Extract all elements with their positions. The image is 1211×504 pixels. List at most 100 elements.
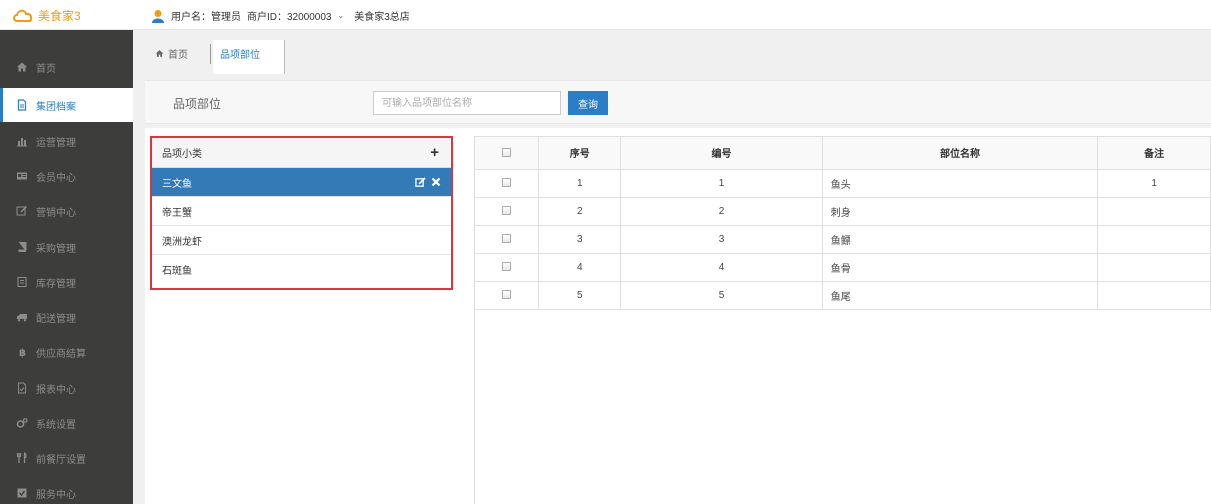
- filter-label: 品项部位: [173, 97, 222, 111]
- app-logo[interactable]: 美食家3: [12, 7, 81, 24]
- parts-table-container: 序号 编号 部位名称 备注 1 1 鱼头 1 2 2 刺身 3 3 鱼鳔 4 4…: [474, 136, 1211, 504]
- cell-note: 1: [1097, 169, 1211, 198]
- category-item-label: 三文鱼: [162, 178, 192, 190]
- home-icon: [155, 50, 164, 57]
- cell-seq: 1: [538, 169, 622, 198]
- store-name-text: 美食家3总店: [354, 12, 410, 23]
- report-icon: [16, 382, 28, 394]
- column-header-seq[interactable]: 序号: [538, 137, 622, 170]
- sidebar-item-reports[interactable]: 报表中心: [0, 371, 133, 405]
- merchant-id-text[interactable]: 商户ID：32000003: [247, 8, 332, 23]
- category-item-label: 石斑鱼: [162, 266, 192, 277]
- sidebar-item-label: 集团档案: [36, 101, 76, 113]
- table-row[interactable]: 2 2 刺身: [475, 197, 1211, 226]
- sidebar-item-system-settings[interactable]: 系统设置: [0, 406, 133, 440]
- row-checkbox-cell: [475, 225, 540, 254]
- sidebar-item-service-center[interactable]: 服务中心: [0, 476, 133, 504]
- utensils-icon: [16, 452, 28, 464]
- cell-seq: 5: [538, 281, 622, 310]
- truck-icon: [16, 311, 28, 323]
- svg-text:฿: ฿: [19, 348, 26, 358]
- tab-divider: [210, 44, 211, 64]
- cell-name: 鱼骨: [822, 253, 1099, 282]
- app-logo-text: 美食家3: [38, 9, 81, 23]
- sidebar-item-marketing[interactable]: 营销中心: [0, 194, 133, 228]
- row-checkbox[interactable]: [502, 178, 512, 188]
- sidebar-item-purchasing[interactable]: 采购管理: [0, 230, 133, 264]
- select-all-checkbox[interactable]: [502, 148, 512, 158]
- category-item[interactable]: 三文鱼: [152, 168, 451, 197]
- edit-icon[interactable]: [415, 176, 426, 188]
- row-checkbox[interactable]: [502, 290, 512, 300]
- sidebar-item-label: 供应商结算: [36, 348, 86, 360]
- table-row[interactable]: 1 1 鱼头 1: [475, 169, 1211, 198]
- select-all-cell: [475, 137, 540, 170]
- column-header-note[interactable]: 备注: [1097, 137, 1211, 170]
- category-item-label: 帝王蟹: [162, 207, 192, 219]
- category-header-title: 品项小类: [162, 149, 202, 160]
- tab-home[interactable]: 首页: [155, 46, 188, 61]
- sidebar-item-home[interactable]: 首页: [0, 50, 133, 84]
- tab-bar: 首页 品项部位: [133, 30, 1211, 74]
- row-checkbox[interactable]: [502, 262, 512, 272]
- table-row[interactable]: 3 3 鱼鳔: [475, 225, 1211, 254]
- sidebar-item-label: 运营管理: [36, 137, 76, 149]
- cell-name: 鱼头: [822, 169, 1099, 198]
- sidebar-item-label: 会员中心: [36, 172, 76, 184]
- sidebar-item-members[interactable]: 会员中心: [0, 159, 133, 193]
- sidebar-item-label: 报表中心: [36, 384, 76, 396]
- sidebar-item-label: 库存管理: [36, 278, 76, 290]
- sidebar-item-operations[interactable]: 运营管理: [0, 124, 133, 158]
- username-text: 用户名：管理员: [171, 12, 241, 23]
- cell-seq: 4: [538, 253, 622, 282]
- cell-note: [1097, 225, 1211, 254]
- sidebar-item-label: 系统设置: [36, 419, 76, 431]
- bar-chart-icon: [16, 135, 28, 147]
- category-item[interactable]: 帝王蟹: [152, 197, 451, 226]
- delete-icon[interactable]: [431, 177, 441, 187]
- category-item[interactable]: 石斑鱼: [152, 255, 451, 284]
- row-checkbox[interactable]: [502, 206, 512, 216]
- sidebar-item-group-archive[interactable]: 集团档案: [0, 88, 133, 122]
- cell-name: 鱼鳔: [822, 225, 1099, 254]
- cell-note: [1097, 253, 1211, 282]
- book-icon: [16, 241, 28, 253]
- cloud-logo-icon: [13, 9, 33, 22]
- id-card-icon: [16, 170, 28, 182]
- sidebar-item-label: 采购管理: [36, 243, 76, 255]
- sidebar-item-inventory[interactable]: 库存管理: [0, 265, 133, 299]
- cell-note: [1097, 197, 1211, 226]
- category-item-label: 澳洲龙虾: [162, 236, 202, 248]
- cell-code: 3: [620, 225, 823, 254]
- tab-item-parts[interactable]: 品项部位: [213, 40, 285, 74]
- box-icon: [16, 276, 28, 288]
- sidebar-item-label: 配送管理: [36, 313, 76, 325]
- sidebar: 首页 集团档案 运营管理 会员中心 营销中心 采购管理 库存管理 配送管理 ฿ …: [0, 30, 133, 504]
- edit-icon: [16, 205, 28, 217]
- sidebar-item-delivery[interactable]: 配送管理: [0, 300, 133, 334]
- cell-code: 1: [620, 169, 823, 198]
- search-input[interactable]: [373, 91, 561, 115]
- add-category-icon[interactable]: +: [430, 145, 439, 160]
- sidebar-item-restaurant-settings[interactable]: 前餐厅设置: [0, 441, 133, 475]
- table-row[interactable]: 4 4 鱼骨: [475, 253, 1211, 282]
- row-checkbox-cell: [475, 281, 540, 310]
- table-header-row: 序号 编号 部位名称 备注: [475, 137, 1211, 170]
- chevron-down-icon[interactable]: ⌄: [338, 11, 345, 20]
- table-row[interactable]: 5 5 鱼尾: [475, 281, 1211, 310]
- cell-seq: 2: [538, 197, 622, 226]
- cell-seq: 3: [538, 225, 622, 254]
- file-icon: [16, 99, 28, 111]
- category-item[interactable]: 澳洲龙虾: [152, 226, 451, 255]
- cell-note: [1097, 281, 1211, 310]
- main-area: 首页 品项部位 品项部位 查询 品项小类 + 三文鱼 帝王蟹: [133, 30, 1211, 504]
- sidebar-item-supplier-settlement[interactable]: ฿ 供应商结算: [0, 335, 133, 369]
- cell-name: 刺身: [822, 197, 1099, 226]
- checkbox-icon: [16, 487, 28, 499]
- sidebar-item-label: 服务中心: [36, 489, 76, 501]
- column-header-name[interactable]: 部位名称: [822, 137, 1099, 170]
- row-checkbox[interactable]: [502, 234, 512, 244]
- column-header-code[interactable]: 编号: [620, 137, 823, 170]
- category-header: 品项小类 +: [152, 138, 451, 168]
- query-button[interactable]: 查询: [568, 91, 608, 115]
